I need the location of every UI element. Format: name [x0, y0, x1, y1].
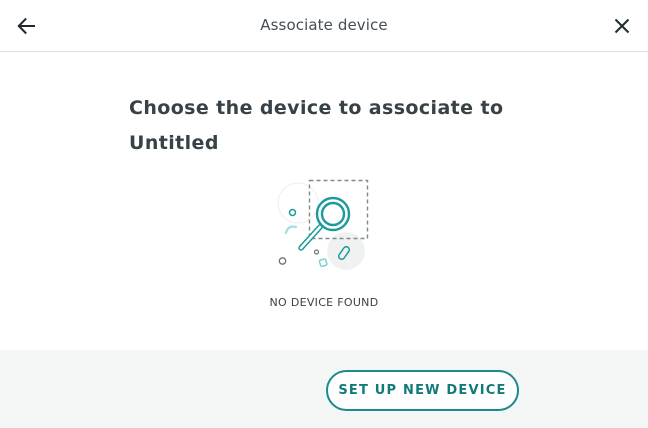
magnifier-search-icon: [277, 179, 369, 270]
page-title: Choose the device to associate to Untitl…: [129, 97, 504, 154]
dialog-body: Choose the device to associate to Untitl…: [0, 53, 648, 350]
set-up-new-device-label: SET UP NEW DEVICE: [338, 383, 507, 398]
empty-state-label: NO DEVICE FOUND: [269, 296, 379, 309]
dialog-header: Associate device: [0, 0, 648, 52]
associate-device-dialog: Associate device Choose the device to as…: [0, 0, 648, 428]
close-button[interactable]: [608, 12, 636, 40]
set-up-new-device-button[interactable]: SET UP NEW DEVICE: [326, 370, 519, 411]
dialog-title: Associate device: [260, 16, 388, 34]
dialog-footer: SET UP NEW DEVICE: [0, 350, 648, 428]
close-icon: [614, 18, 630, 34]
